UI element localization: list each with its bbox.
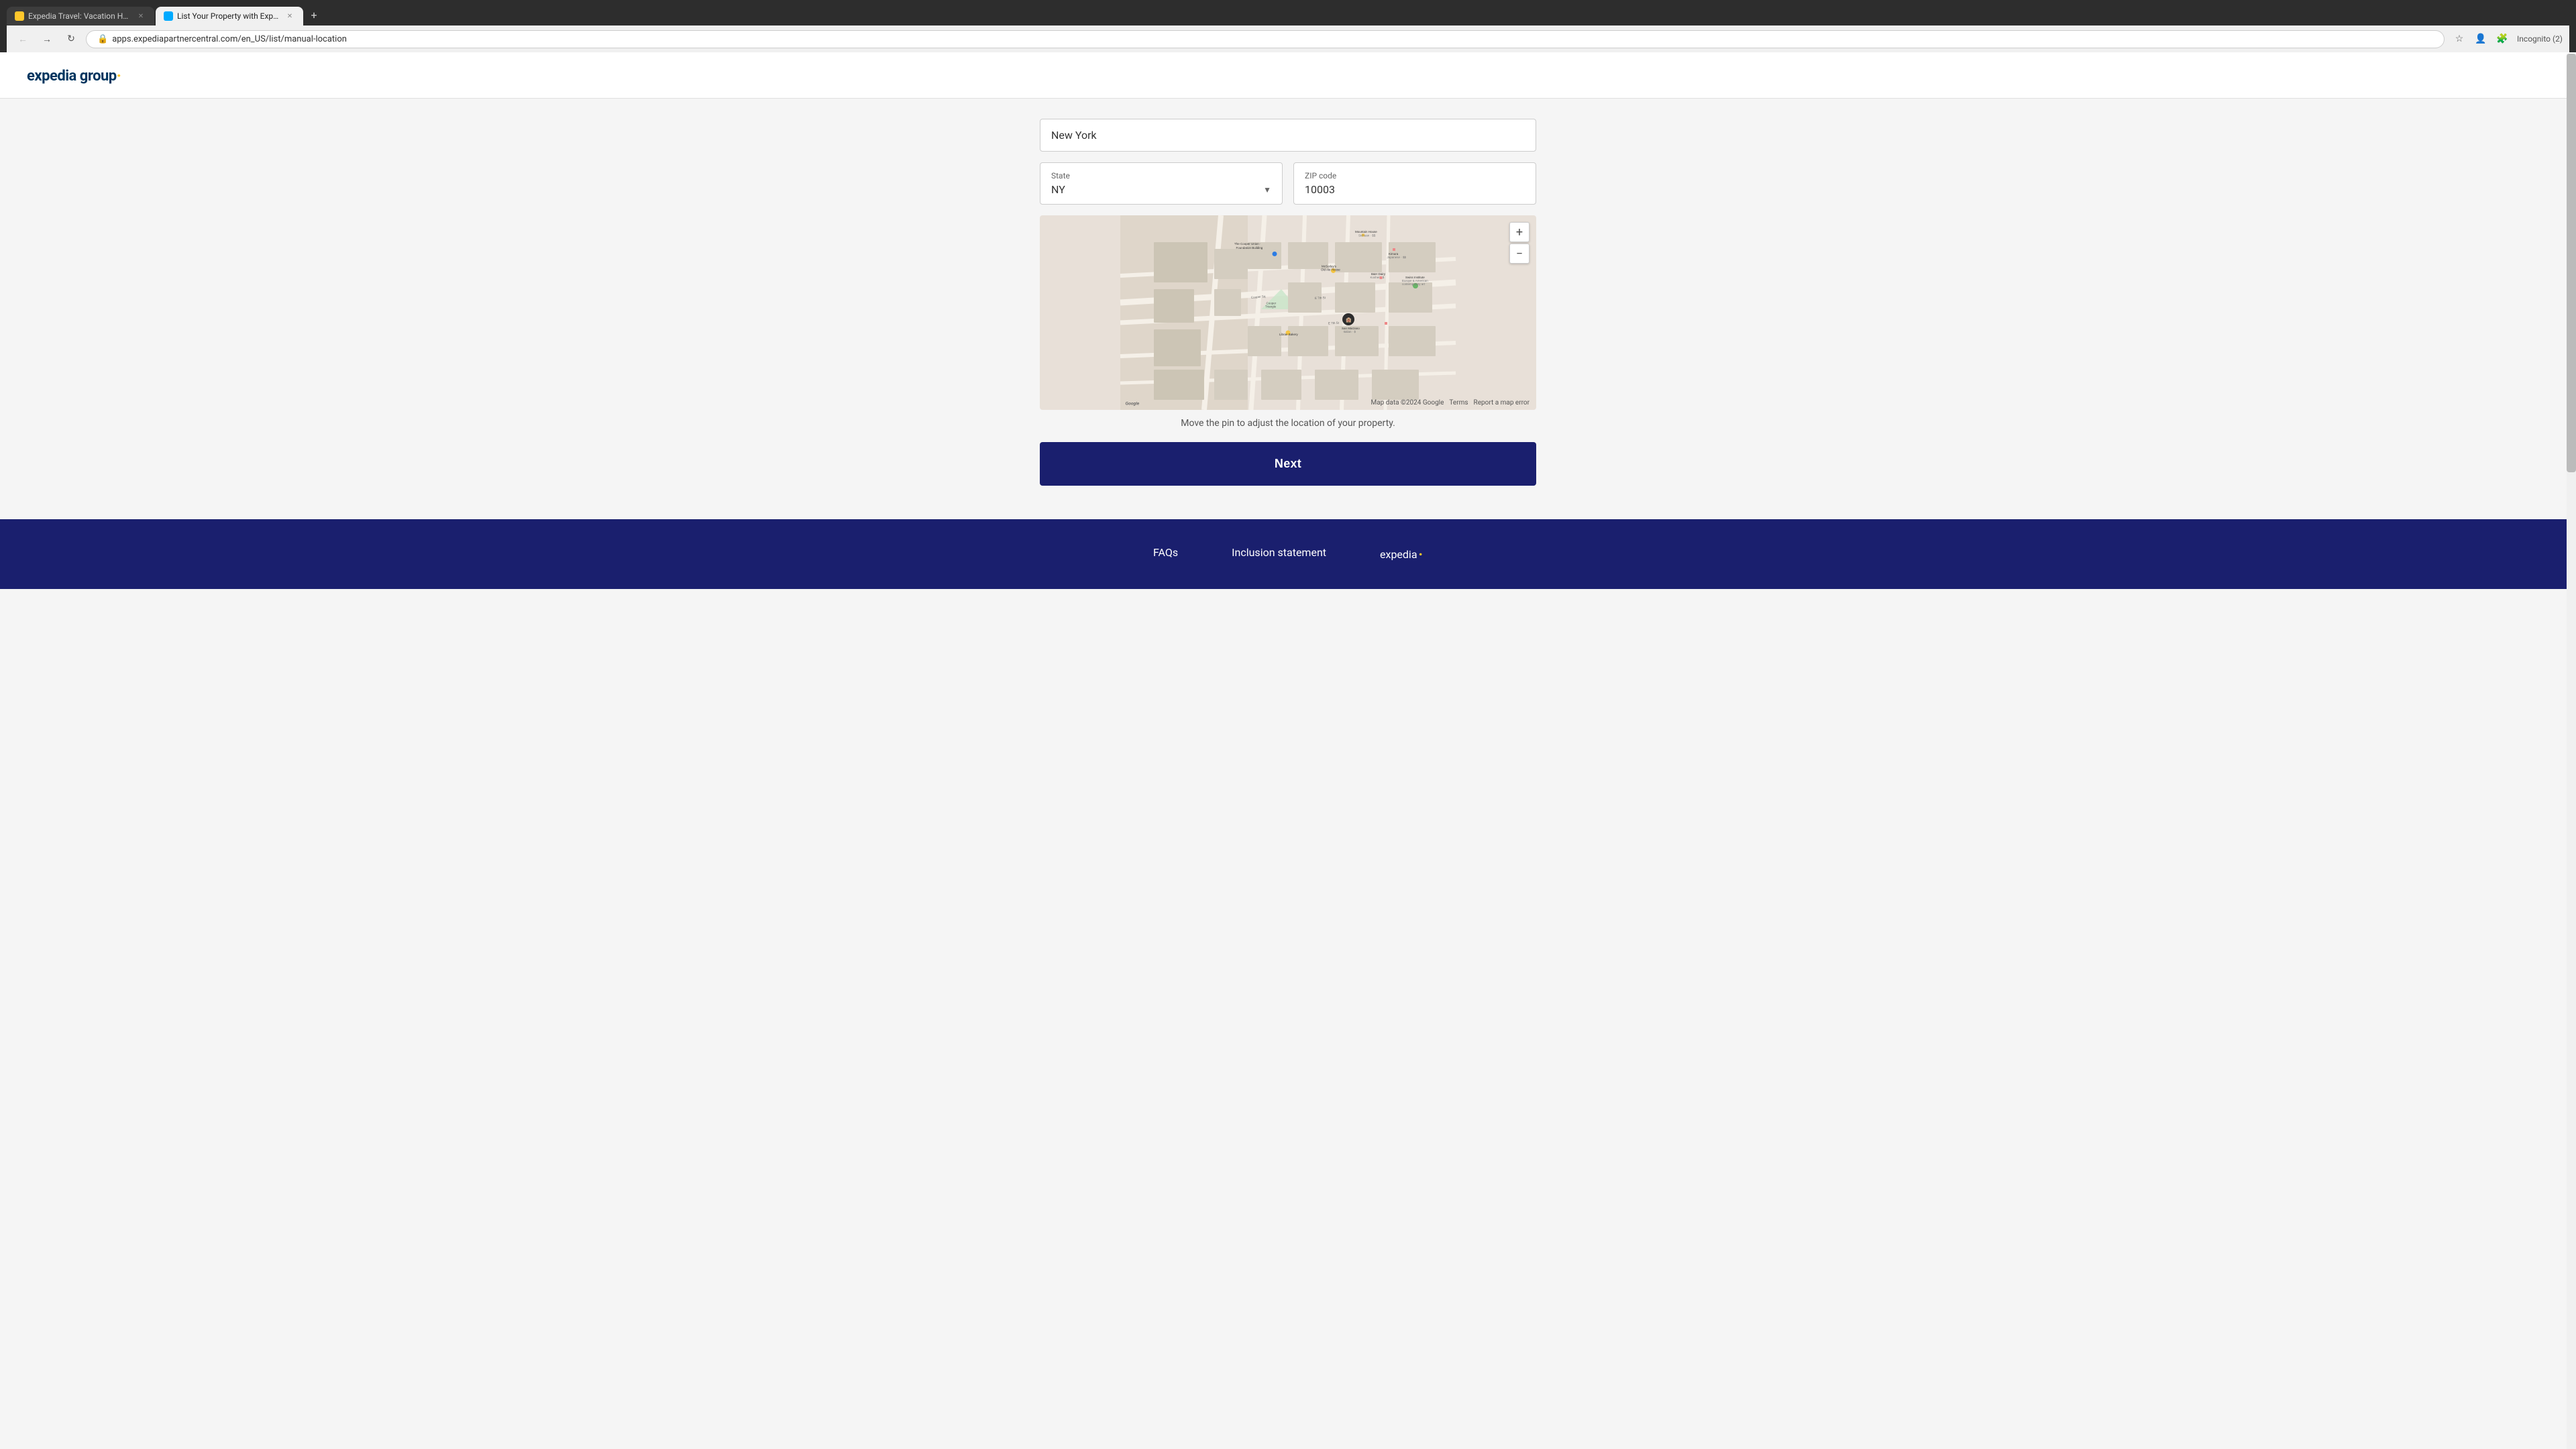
svg-text:E 7th St: E 7th St [1315, 296, 1326, 300]
svg-text:Kosher · $: Kosher · $ [1371, 276, 1385, 279]
profile-button[interactable]: 👤 [2471, 30, 2490, 48]
logo-dot: · [117, 68, 121, 85]
main-content: New York State NY ▼ ZIP code 10003 [1026, 99, 1550, 506]
tab-2-favicon [164, 11, 173, 21]
footer-faqs-link[interactable]: FAQs [1153, 546, 1178, 562]
map-attribution-right: Map data ©2024 Google Terms Report a map… [1371, 399, 1530, 407]
report-map-error-link[interactable]: Report a map error [1474, 399, 1529, 407]
svg-text:🏨: 🏨 [1346, 317, 1352, 323]
svg-text:Sichuan · $$: Sichuan · $$ [1358, 234, 1376, 237]
url-text: apps.expediapartnercentral.com/en_US/lis… [112, 34, 2433, 44]
page-header: expedia group· [0, 52, 2576, 99]
new-tab-button[interactable]: + [305, 5, 323, 24]
city-field[interactable]: New York [1040, 119, 1536, 152]
svg-text:B&H Dairy: B&H Dairy [1371, 272, 1386, 276]
chevron-down-icon: ▼ [1263, 185, 1271, 195]
expedia-logo: expedia group· [27, 66, 2549, 85]
state-label: State [1051, 171, 1271, 180]
tab-2-title: List Your Property with Expedia [177, 11, 280, 21]
svg-text:Foundation Building: Foundation Building [1236, 246, 1263, 250]
footer-expedia-text: expedia [1380, 548, 1417, 561]
zip-field[interactable]: ZIP code 10003 [1293, 162, 1536, 205]
tab-1-close[interactable]: ✕ [136, 11, 146, 21]
state-value: NY [1051, 183, 1065, 196]
state-zip-row: State NY ▼ ZIP code 10003 [1040, 162, 1536, 205]
zoom-out-button[interactable]: − [1509, 244, 1529, 264]
svg-text:Old Ale House: Old Ale House [1321, 268, 1340, 272]
tab-1[interactable]: Expedia Travel: Vacation Home... ✕ [7, 7, 154, 25]
svg-text:contemporary art: contemporary art [1402, 282, 1426, 286]
tab-1-title: Expedia Travel: Vacation Home... [28, 11, 131, 21]
svg-text:E 7th St: E 7th St [1328, 321, 1340, 325]
page-content: expedia group· New York State NY ▼ ZIP c… [0, 52, 2576, 1448]
back-button[interactable]: ← [13, 30, 32, 48]
logo-text: expedia group [27, 68, 117, 85]
browser-toolbar: ← → ↻ 🔒 apps.expediapartnercentral.com/e… [7, 25, 2569, 52]
browser-chrome: Expedia Travel: Vacation Home... ✕ List … [0, 0, 2576, 52]
svg-text:Librae Bakery: Librae Bakery [1279, 333, 1299, 336]
address-bar[interactable]: 🔒 apps.expediapartnercentral.com/en_US/l… [86, 30, 2445, 48]
map-hint: Move the pin to adjust the location of y… [1040, 418, 1536, 429]
state-field[interactable]: State NY ▼ [1040, 162, 1283, 205]
forward-button[interactable]: → [38, 30, 56, 48]
svg-text:Swiss Institute: Swiss Institute [1405, 276, 1425, 279]
state-dropdown[interactable]: NY ▼ [1051, 183, 1271, 196]
svg-text:Cooper: Cooper [1267, 302, 1277, 305]
page-footer: FAQs Inclusion statement expedia · [0, 519, 2576, 589]
zoom-in-button[interactable]: + [1509, 222, 1529, 242]
terms-link[interactable]: Terms [1449, 399, 1468, 407]
svg-text:Mountain House: Mountain House [1355, 230, 1377, 233]
footer-expedia-link[interactable]: expedia · [1380, 546, 1423, 562]
browser-tabs: Expedia Travel: Vacation Home... ✕ List … [7, 5, 2569, 25]
map-inner: Cooper Sq E 7th St E 7th St The Cooper U… [1040, 215, 1536, 410]
tab-2[interactable]: List Your Property with Expedia ✕ [156, 7, 303, 25]
svg-text:Triangle: Triangle [1265, 305, 1277, 309]
footer-links: FAQs Inclusion statement expedia · [27, 546, 2549, 562]
incognito-label: Incognito (2) [2517, 34, 2563, 44]
next-button[interactable]: Next [1040, 442, 1536, 486]
zip-label: ZIP code [1305, 171, 1525, 180]
svg-text:The Cooper Union ·: The Cooper Union · [1234, 242, 1261, 246]
footer-inclusion-link[interactable]: Inclusion statement [1232, 546, 1326, 562]
map-svg: Cooper Sq E 7th St E 7th St The Cooper U… [1040, 215, 1536, 410]
map-container[interactable]: Cooper Sq E 7th St E 7th St The Cooper U… [1040, 215, 1536, 410]
map-data-text: Map data ©2024 Google [1371, 399, 1444, 407]
svg-text:San Marzano: San Marzano [1342, 327, 1360, 330]
extensions-button[interactable]: 🧩 [2493, 30, 2512, 48]
scrollbar-thumb[interactable] [2567, 54, 2576, 472]
toolbar-actions: ☆ 👤 🧩 Incognito (2) [2450, 30, 2563, 48]
lock-icon: 🔒 [97, 34, 108, 44]
footer-expedia-dot: · [1419, 546, 1423, 562]
bookmark-button[interactable]: ☆ [2450, 30, 2469, 48]
svg-text:Google: Google [1126, 402, 1140, 407]
svg-text:Japanese · $$: Japanese · $$ [1387, 256, 1407, 259]
map-controls: + − [1509, 222, 1529, 264]
city-value: New York [1051, 129, 1097, 142]
zip-value: 10003 [1305, 183, 1335, 196]
svg-text:Europe & American: Europe & American [1402, 279, 1428, 282]
tab-1-favicon [15, 11, 24, 21]
svg-text:Italian · $: Italian · $ [1344, 330, 1356, 333]
scrollbar[interactable] [2567, 54, 2576, 1449]
reload-button[interactable]: ↻ [62, 30, 80, 48]
svg-text:McSorley's: McSorley's [1322, 265, 1337, 268]
svg-text:Kimura: Kimura [1389, 252, 1399, 256]
tab-2-close[interactable]: ✕ [284, 11, 295, 21]
